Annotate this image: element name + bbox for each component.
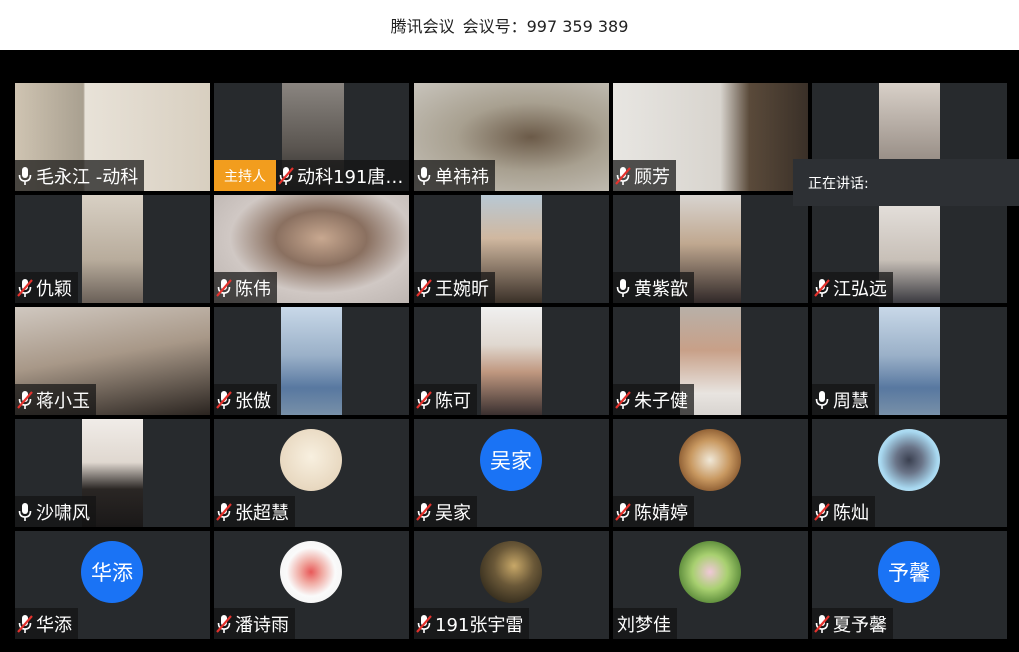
participant-tile[interactable]: 顾芳 [613,83,808,191]
name-label: 张傲 [214,384,277,415]
avatar: 予馨 [878,541,940,603]
mic-muted-icon [615,501,631,523]
name-label: 陈可 [414,384,477,415]
name-label: 刘梦佳 [613,608,677,639]
name-label: 毛永江 -动科 [15,160,145,191]
mic-muted-icon [814,501,830,523]
name-label: 顾芳 [613,160,676,191]
name-label: 吴家 [414,496,477,527]
avatar [878,429,940,491]
mic-muted-icon [615,165,631,187]
host-badge: 主持人 [214,160,276,191]
video-feed [879,307,940,415]
window-title-bar: 腾讯会议 会议号：997 359 389 [0,0,1019,50]
name-label: 陈灿 [812,496,875,527]
mic-muted-icon [216,389,232,411]
participant-tile[interactable]: 毛永江 -动科 [15,83,210,191]
participant-tile[interactable]: 华添 华添 [15,531,210,639]
mic-muted-icon [278,165,294,187]
participant-tile[interactable]: 陈婧婷 [613,419,808,527]
participant-tile[interactable]: 朱子健 [613,307,808,415]
participant-tile[interactable]: 张傲 [214,307,409,415]
participant-tile[interactable]: 陈可 [414,307,609,415]
participant-tile[interactable]: 主持人 动科191唐… [214,83,409,191]
mic-muted-icon [17,613,33,635]
name-label: 动科191唐… [276,160,409,191]
speaking-indicator: 正在讲话: [793,159,1019,206]
meeting-id: 会议号：997 359 389 [462,17,629,36]
participant-tile[interactable]: 仇颖 [15,195,210,303]
mic-muted-icon [416,501,432,523]
participant-tile[interactable]: 周慧 [812,307,1007,415]
participant-tile[interactable]: 江弘远 [812,195,1007,303]
name-label: 周慧 [812,384,875,415]
participant-tile[interactable]: 191张宇雷 [414,531,609,639]
participant-tile[interactable]: 单祎祎 [414,83,609,191]
mic-muted-icon [216,277,232,299]
mic-muted-icon [416,613,432,635]
mic-muted-icon [416,389,432,411]
participant-tile[interactable]: 张超慧 [214,419,409,527]
avatar [280,429,342,491]
mic-icon [814,389,830,411]
speaking-label: 正在讲话: [808,175,869,192]
app-name: 腾讯会议 [390,17,455,36]
mic-muted-icon [216,501,232,523]
name-label: 陈伟 [214,272,277,303]
avatar: 华添 [81,541,143,603]
name-label: 沙啸风 [15,496,96,527]
mic-icon [17,165,33,187]
name-label: 潘诗雨 [214,608,295,639]
name-label: 蒋小玉 [15,384,96,415]
participant-tile[interactable]: 陈灿 [812,419,1007,527]
name-label: 陈婧婷 [613,496,694,527]
name-label: 仇颖 [15,272,78,303]
participant-tile[interactable]: 潘诗雨 [214,531,409,639]
name-label: 夏予馨 [812,608,893,639]
avatar [480,541,542,603]
mic-muted-icon [615,389,631,411]
participant-tile[interactable]: 陈伟 [214,195,409,303]
participant-tile[interactable]: 王婉昕 [414,195,609,303]
name-label: 黄紫歆 [613,272,694,303]
mic-icon [17,501,33,523]
participant-tile[interactable]: 吴家 吴家 [414,419,609,527]
video-feed [481,307,542,415]
participant-tile[interactable]: 沙啸风 [15,419,210,527]
participant-tile[interactable]: 刘梦佳 [613,531,808,639]
name-label: 191张宇雷 [414,608,530,639]
mic-icon [416,165,432,187]
name-label: 张超慧 [214,496,295,527]
participant-tile[interactable]: 予馨 夏予馨 [812,531,1007,639]
avatar [280,541,342,603]
participant-tile[interactable]: 蒋小玉 [15,307,210,415]
mic-icon [615,277,631,299]
mic-muted-icon [216,613,232,635]
mic-muted-icon [17,389,33,411]
name-label: 王婉昕 [414,272,495,303]
mic-muted-icon [814,613,830,635]
mic-muted-icon [416,277,432,299]
name-label: 朱子健 [613,384,694,415]
name-label: 华添 [15,608,78,639]
avatar: 吴家 [480,429,542,491]
avatar [679,429,741,491]
mic-muted-icon [17,277,33,299]
name-label: 单祎祎 [414,160,495,191]
mic-muted-icon [814,277,830,299]
name-label: 江弘远 [812,272,893,303]
participant-tile[interactable]: 黄紫歆 [613,195,808,303]
video-feed [82,195,143,303]
avatar [679,541,741,603]
video-feed [281,307,342,415]
